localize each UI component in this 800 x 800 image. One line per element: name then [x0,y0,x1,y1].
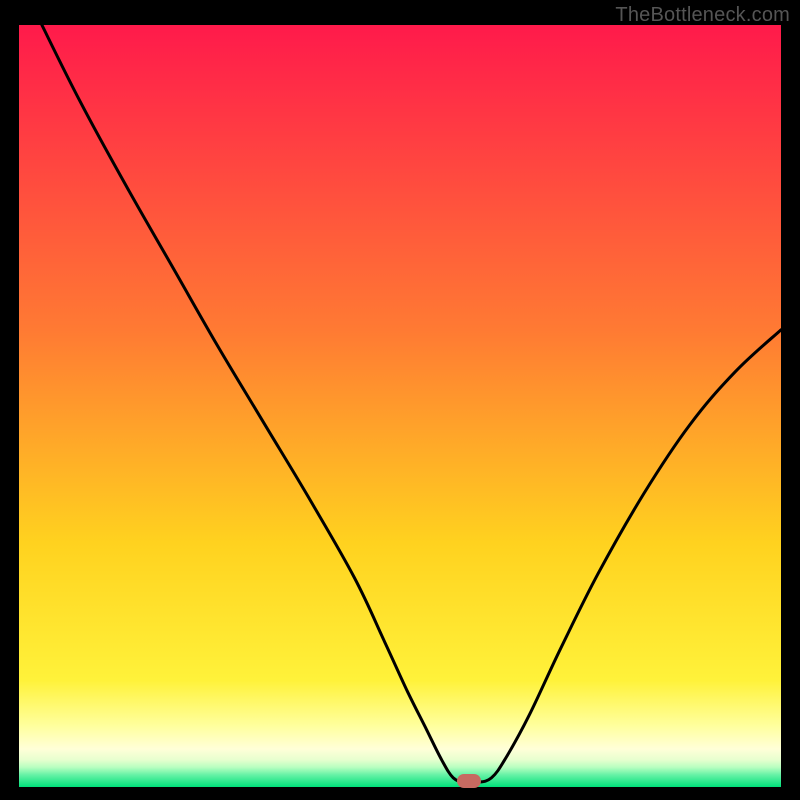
chart-frame: TheBottleneck.com [0,0,800,800]
optimal-marker [457,774,481,788]
bottleneck-curve [19,25,781,787]
plot-area [19,25,781,787]
watermark-text: TheBottleneck.com [615,4,790,27]
